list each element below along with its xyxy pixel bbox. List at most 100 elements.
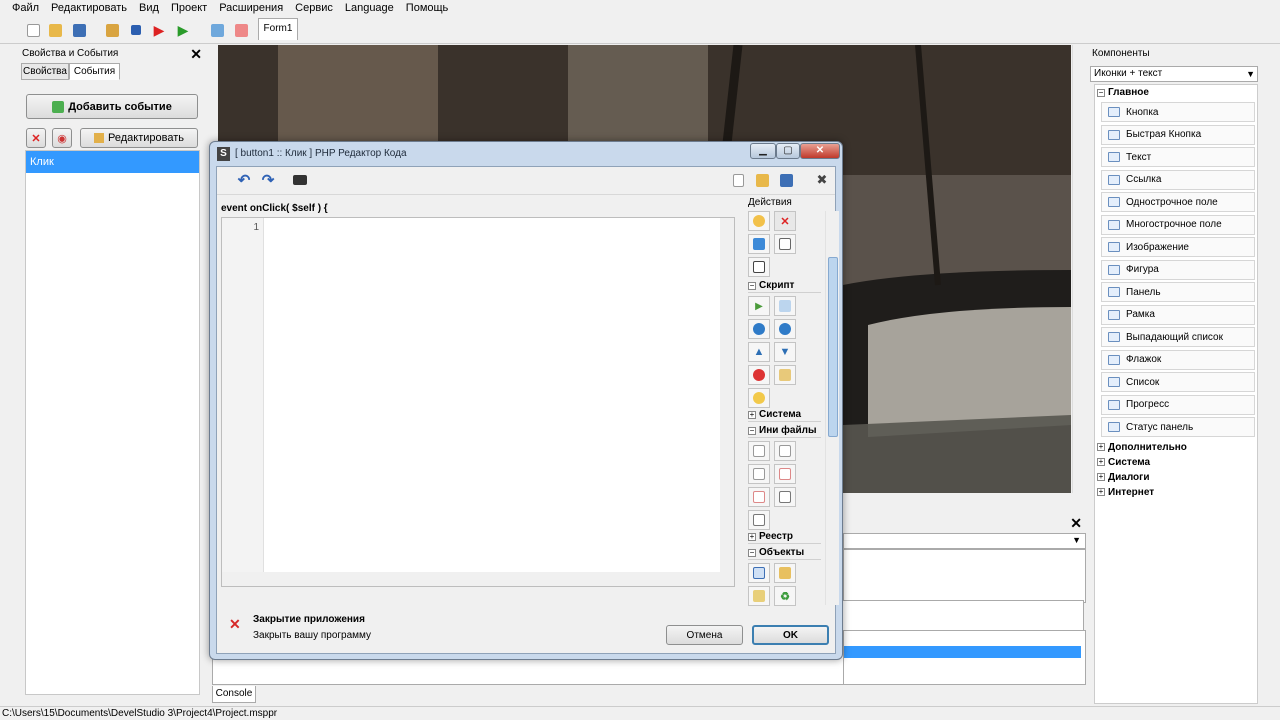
new-file-icon[interactable] <box>24 21 42 39</box>
component-combobox[interactable]: Выпадающий список <box>1101 327 1255 347</box>
ini-search-icon[interactable] <box>774 441 796 461</box>
right-scrollbar[interactable] <box>1260 45 1280 705</box>
actions-scrollbar-thumb[interactable] <box>828 257 838 437</box>
new-form-icon[interactable] <box>208 21 226 39</box>
component-panel[interactable]: Панель <box>1101 282 1255 302</box>
dialog-titlebar[interactable]: S [ button1 :: Клик ] PHP Редактор Кода … <box>210 142 842 166</box>
canvas-horizontal-scrollbar[interactable] <box>843 493 1072 507</box>
component-statusbar[interactable]: Статус панель <box>1101 417 1255 437</box>
object-props-icon[interactable] <box>748 563 770 583</box>
redo-icon[interactable]: ↷ <box>259 171 277 189</box>
menu-service[interactable]: Сервис <box>289 2 339 14</box>
open-folder-icon[interactable] <box>753 171 771 189</box>
menu-extensions[interactable]: Расширения <box>213 2 289 14</box>
canvas-vertical-scrollbar[interactable] <box>1072 45 1086 493</box>
stop-icon[interactable] <box>127 21 145 39</box>
actions-scrollbar[interactable] <box>825 211 839 605</box>
delete-event-button[interactable]: ✕ <box>26 128 46 148</box>
ini-read-icon[interactable] <box>748 464 770 484</box>
close-app-icon[interactable]: ✕ <box>774 211 796 231</box>
component-image[interactable]: Изображение <box>1101 237 1255 257</box>
component-listbox[interactable]: Список <box>1101 372 1255 392</box>
warning-icon[interactable] <box>748 388 770 408</box>
eraser-icon[interactable] <box>774 296 796 316</box>
stop-sign-icon[interactable] <box>748 365 770 385</box>
close-icon[interactable]: ✕ <box>1070 515 1082 532</box>
tools-icon[interactable]: ✖ <box>813 171 831 189</box>
resize-icon[interactable] <box>774 234 796 254</box>
ini-delete-icon[interactable] <box>774 464 796 484</box>
scroll-icon[interactable] <box>774 365 796 385</box>
category-internet[interactable]: + Интернет <box>1095 485 1257 500</box>
recycle-icon[interactable]: ♻ <box>774 586 796 606</box>
section-registry[interactable]: + Реестр <box>748 530 821 544</box>
editor-horizontal-scrollbar[interactable] <box>222 572 734 586</box>
component-checkbox[interactable]: Флажок <box>1101 349 1255 370</box>
cancel-button[interactable]: Отмена <box>666 625 743 645</box>
code-editor[interactable]: 1 <box>221 217 735 587</box>
ini-section-icon[interactable] <box>774 487 796 507</box>
edit-icon[interactable] <box>103 21 121 39</box>
message-icon[interactable] <box>748 211 770 231</box>
menu-project[interactable]: Проект <box>165 2 213 14</box>
text-block-icon[interactable] <box>748 257 770 277</box>
category-main[interactable]: − Главное <box>1095 85 1257 100</box>
section-objects[interactable]: − Объекты <box>748 546 821 560</box>
arrow-down-icon[interactable]: ▼ <box>774 342 796 362</box>
list-item[interactable]: Клик <box>26 151 199 173</box>
menu-language[interactable]: Language <box>339 2 400 14</box>
component-label[interactable]: Текст <box>1101 147 1255 167</box>
folder-icon[interactable] <box>748 586 770 606</box>
close-icon[interactable]: ✕ <box>190 45 202 63</box>
object-selector-dropdown[interactable]: ▼ <box>843 533 1086 549</box>
ini-write-icon[interactable] <box>748 441 770 461</box>
menu-edit[interactable]: Редактировать <box>45 2 133 14</box>
dialog-close-button[interactable]: ✕ <box>800 143 840 159</box>
section-ini-files[interactable]: − Ини файлы <box>748 424 821 438</box>
delete-form-icon[interactable] <box>232 21 250 39</box>
section-system[interactable]: + Система <box>748 408 821 422</box>
menu-help[interactable]: Помощь <box>400 2 455 14</box>
component-progress[interactable]: Прогресс <box>1101 394 1255 415</box>
ok-button[interactable]: OK <box>752 625 829 645</box>
component-button[interactable]: Кнопка <box>1101 102 1255 122</box>
tab-form1[interactable]: Form1 <box>258 18 298 40</box>
save-icon[interactable] <box>777 171 795 189</box>
timer-icon[interactable] <box>774 319 796 339</box>
arrow-up-icon[interactable]: ▲ <box>748 342 770 362</box>
view-mode-dropdown[interactable]: Иконки + текст ▼ <box>1090 66 1258 82</box>
ini-list-icon[interactable] <box>748 510 770 530</box>
tab-properties[interactable]: Свойства <box>21 63 69 80</box>
component-edit[interactable]: Однострочное поле <box>1101 192 1255 212</box>
run-icon[interactable]: ▶ <box>174 21 192 39</box>
editor-vertical-scrollbar[interactable] <box>720 218 734 572</box>
input-icon[interactable] <box>748 234 770 254</box>
minimize-button[interactable]: ▁ <box>750 143 776 159</box>
component-link[interactable]: Ссылка <box>1101 169 1255 190</box>
change-event-button[interactable]: ◉ <box>52 128 72 148</box>
category-system[interactable]: + Система <box>1095 455 1257 470</box>
tab-console[interactable]: Console <box>212 686 256 703</box>
binoculars-icon[interactable] <box>291 171 309 189</box>
maximize-button[interactable]: ▢ <box>776 143 800 159</box>
menu-view[interactable]: Вид <box>133 2 165 14</box>
edit-event-button[interactable]: Редактировать <box>80 128 198 148</box>
component-shape[interactable]: Фигура <box>1101 259 1255 280</box>
component-speed-button[interactable]: Быстрая Кнопка <box>1101 124 1255 145</box>
component-frame[interactable]: Рамка <box>1101 304 1255 325</box>
ruler-icon[interactable] <box>774 563 796 583</box>
tab-events[interactable]: События <box>69 63 120 80</box>
open-folder-icon[interactable] <box>46 21 64 39</box>
component-memo[interactable]: Многострочное поле <box>1101 214 1255 235</box>
category-additional[interactable]: + Дополнительно <box>1095 440 1257 455</box>
ini-remove-icon[interactable] <box>748 487 770 507</box>
undo-icon[interactable]: ↶ <box>235 171 253 189</box>
section-script[interactable]: − Скрипт <box>748 279 821 293</box>
save-icon[interactable] <box>70 21 88 39</box>
selected-object-row[interactable] <box>844 646 1081 658</box>
new-file-icon[interactable] <box>729 171 747 189</box>
menu-file[interactable]: Файл <box>6 2 45 14</box>
run-debug-icon[interactable]: ▶ <box>150 21 168 39</box>
info-icon[interactable] <box>748 319 770 339</box>
play-icon[interactable]: ▶ <box>748 296 770 316</box>
